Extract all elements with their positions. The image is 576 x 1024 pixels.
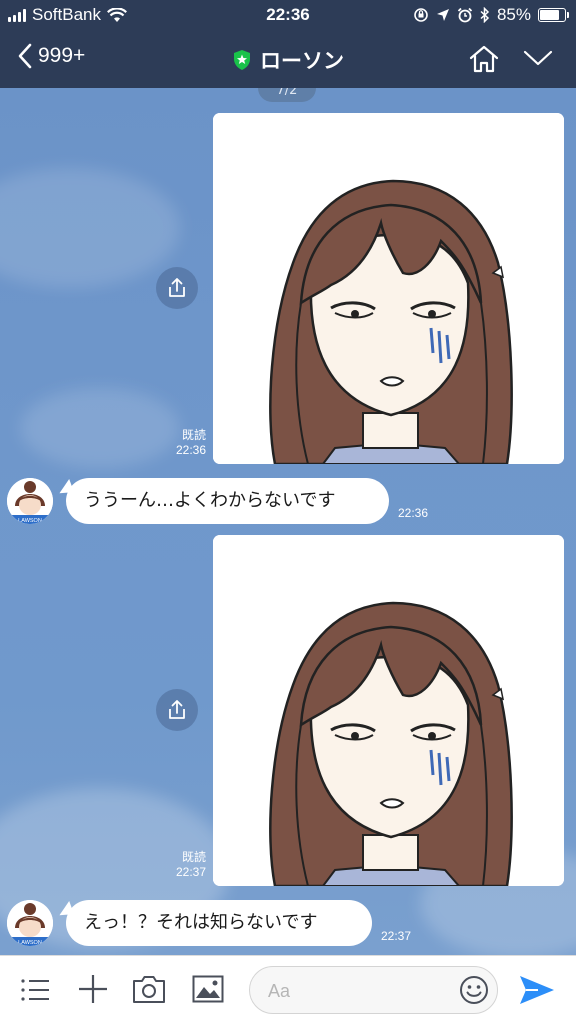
send-button[interactable]	[518, 974, 556, 1010]
read-label: 既読	[181, 850, 206, 864]
camera-icon	[133, 976, 165, 1003]
message-time: 22:36	[398, 506, 429, 520]
orientation-lock-icon	[414, 8, 428, 22]
plus-icon	[79, 975, 107, 1003]
lawson-avatar-icon: LAWSON	[7, 900, 53, 946]
battery-icon	[538, 8, 569, 22]
chat-header: 999+ ローソン	[0, 30, 576, 88]
message-input-wrapper[interactable]	[249, 966, 498, 1014]
message-meta: 既読 22:37	[160, 850, 206, 880]
add-button[interactable]	[77, 973, 109, 1009]
share-icon	[169, 278, 185, 297]
battery-percent: 85%	[496, 5, 531, 24]
image-message[interactable]	[213, 113, 564, 464]
menu-icon	[21, 979, 49, 1001]
location-icon	[436, 9, 449, 21]
alarm-icon	[457, 7, 473, 23]
lawson-avatar-icon: LAWSON	[7, 478, 53, 524]
lawson-avatar-text: LAWSON	[18, 940, 42, 946]
input-bar	[0, 955, 576, 1024]
menu-button[interactable]	[20, 977, 50, 1007]
chat-title-label: ローソン	[260, 50, 344, 73]
home-icon	[469, 45, 499, 73]
message-input[interactable]	[266, 977, 450, 1005]
avatar[interactable]: LAWSON	[7, 478, 53, 524]
girl-drawing-image	[213, 113, 564, 464]
share-icon	[169, 700, 185, 719]
message-bubble[interactable]: ううーん…よくわからないです	[66, 478, 389, 524]
camera-button[interactable]	[132, 974, 166, 1008]
background-cloud	[20, 388, 180, 468]
girl-drawing-image	[213, 535, 564, 886]
menu-toggle-button[interactable]	[522, 48, 554, 73]
lawson-avatar-text: LAWSON	[18, 518, 42, 524]
image-message[interactable]	[213, 535, 564, 886]
background-cloud	[0, 168, 180, 288]
share-button[interactable]	[156, 689, 198, 731]
emoji-button[interactable]	[459, 975, 489, 1009]
read-label: 既読	[181, 428, 206, 442]
home-button[interactable]	[468, 44, 500, 79]
bluetooth-icon	[480, 7, 490, 23]
message-time: 22:37	[381, 929, 412, 943]
message-text: ううーん…よくわからないです	[84, 490, 336, 511]
avatar[interactable]: LAWSON	[7, 900, 53, 946]
shield-star-icon	[234, 50, 250, 70]
message-time: 22:36	[175, 443, 206, 457]
message-time: 22:37	[175, 865, 206, 879]
image-button[interactable]	[192, 975, 224, 1007]
share-button[interactable]	[156, 267, 198, 309]
message-text: えっ！？それは知らないです	[84, 912, 318, 933]
message-meta: 既読 22:36	[160, 428, 206, 458]
chat-area[interactable]: 7/2 既読 22:36 LAWSON ううーん…よくわからないです 22:36…	[0, 88, 576, 955]
emoji-icon	[460, 976, 488, 1004]
date-pill: 7/2	[258, 88, 316, 102]
message-bubble[interactable]: えっ！？それは知らないです	[66, 900, 372, 946]
image-icon	[192, 975, 224, 1003]
send-icon	[520, 976, 554, 1004]
status-bar: SoftBank 22:36 85%	[0, 0, 576, 30]
chevron-down-icon	[523, 50, 553, 66]
